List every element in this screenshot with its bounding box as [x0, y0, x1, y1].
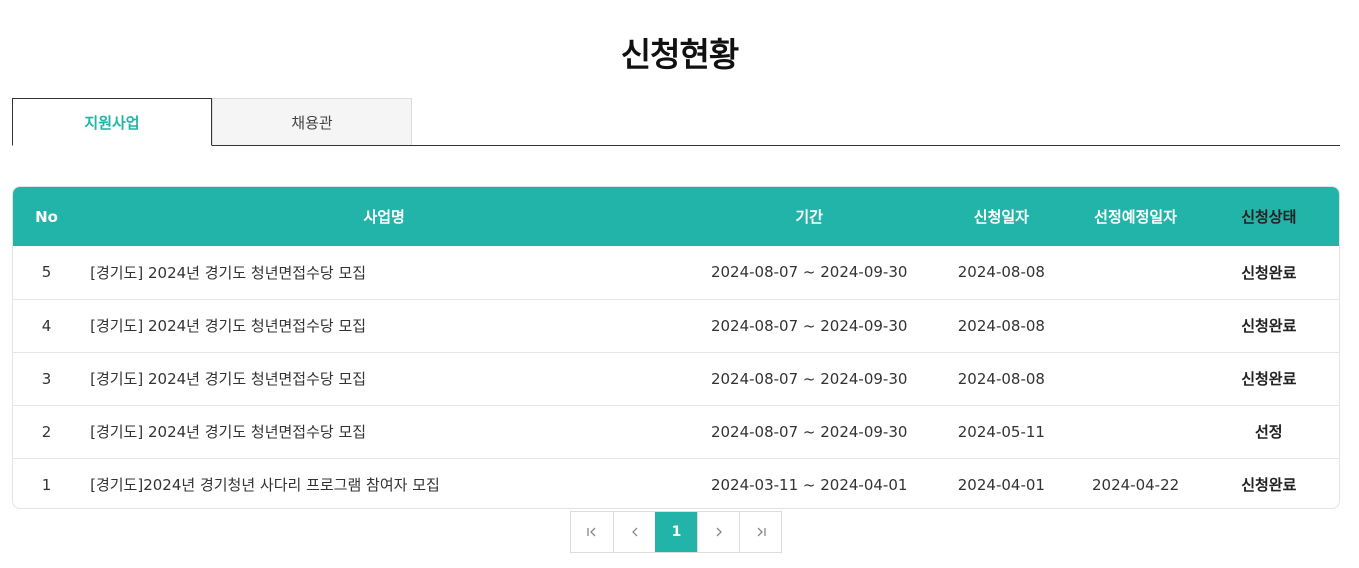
cell-selection-date [1073, 352, 1199, 405]
header-no: No [35, 207, 58, 226]
cell-period: 2024-03-11 ~ 2024-04-01 [710, 475, 908, 494]
cell-apply-date: 2024-08-08 [957, 316, 1045, 335]
header-selection-date: 선정예정일자 [1094, 208, 1177, 226]
table-row[interactable]: 3 [경기도] 2024년 경기도 청년면접수당 모집 2024-08-07 ~… [13, 352, 1339, 405]
header-status: 신청상태 [1241, 208, 1297, 226]
pagination: 1 [570, 511, 782, 553]
header-apply-date: 신청일자 [973, 208, 1029, 226]
tab-support-projects[interactable]: 지원사업 [12, 98, 212, 146]
cell-no: 3 [41, 369, 52, 388]
cell-project-name[interactable]: [경기도] 2024년 경기도 청년면접수당 모집 [80, 299, 688, 352]
first-page-icon [585, 525, 599, 539]
cell-selection-date: 2024-04-22 [1091, 475, 1180, 494]
cell-project-name[interactable]: [경기도] 2024년 경기도 청년면접수당 모집 [80, 405, 688, 458]
cell-status: 신청완료 [1241, 263, 1297, 282]
cell-period: 2024-08-07 ~ 2024-09-30 [710, 263, 908, 282]
page-title: 신청현황 [620, 35, 739, 74]
next-page-button[interactable] [697, 512, 739, 552]
header-period: 기간 [795, 208, 823, 226]
table-row[interactable]: 5 [경기도] 2024년 경기도 청년면접수당 모집 2024-08-07 ~… [13, 246, 1339, 299]
next-page-icon [712, 525, 726, 539]
page-button-current[interactable]: 1 [655, 512, 697, 552]
application-table: No 사업명 기간 신청일자 선정예정일자 신청상태 5 [경기도] 2024년… [12, 186, 1340, 509]
cell-no: 1 [41, 475, 52, 494]
cell-project-name[interactable]: [경기도] 2024년 경기도 청년면접수당 모집 [80, 352, 688, 405]
cell-status: 선정 [1255, 423, 1283, 441]
cell-selection-date [1073, 405, 1199, 458]
cell-status: 신청완료 [1241, 370, 1297, 388]
cell-selection-date [1073, 299, 1199, 352]
tab-bar: 지원사업 채용관 [12, 98, 1340, 146]
header-project-name: 사업명 [363, 208, 405, 226]
cell-no: 5 [41, 263, 52, 282]
cell-no: 2 [41, 422, 52, 441]
cell-no: 4 [41, 316, 52, 335]
cell-period: 2024-08-07 ~ 2024-09-30 [710, 369, 908, 388]
cell-apply-date: 2024-08-08 [957, 263, 1045, 282]
prev-page-button[interactable] [613, 512, 655, 552]
cell-project-name[interactable]: [경기도] 2024년 경기도 청년면접수당 모집 [80, 246, 688, 299]
cell-apply-date: 2024-05-11 [957, 422, 1045, 441]
prev-page-icon [628, 525, 642, 539]
first-page-button[interactable] [571, 512, 613, 552]
cell-project-name[interactable]: [경기도]2024년 경기청년 사다리 프로그램 참여자 모집 [80, 458, 688, 508]
cell-period: 2024-08-07 ~ 2024-09-30 [710, 316, 908, 335]
last-page-icon [754, 525, 768, 539]
cell-period: 2024-08-07 ~ 2024-09-30 [710, 422, 908, 441]
cell-selection-date [1073, 246, 1199, 299]
table-header-row: No 사업명 기간 신청일자 선정예정일자 신청상태 [13, 187, 1339, 246]
last-page-button[interactable] [739, 512, 781, 552]
cell-apply-date: 2024-08-08 [957, 369, 1045, 388]
cell-status: 신청완료 [1241, 317, 1297, 335]
tab-recruitment[interactable]: 채용관 [212, 98, 412, 145]
table-row[interactable]: 4 [경기도] 2024년 경기도 청년면접수당 모집 2024-08-07 ~… [13, 299, 1339, 352]
table-row[interactable]: 1 [경기도]2024년 경기청년 사다리 프로그램 참여자 모집 2024-0… [13, 458, 1339, 508]
table-row[interactable]: 2 [경기도] 2024년 경기도 청년면접수당 모집 2024-08-07 ~… [13, 405, 1339, 458]
cell-status: 신청완료 [1241, 476, 1297, 495]
cell-apply-date: 2024-04-01 [957, 475, 1045, 494]
